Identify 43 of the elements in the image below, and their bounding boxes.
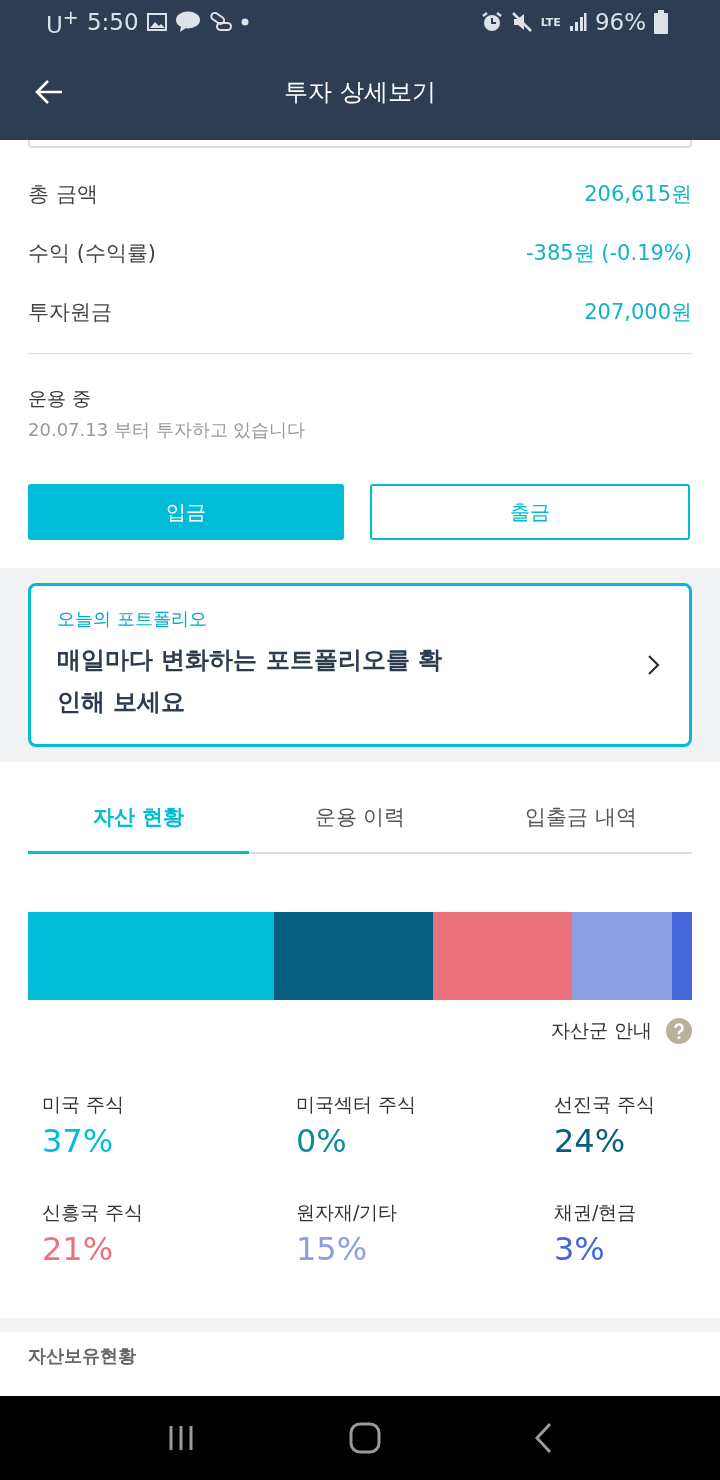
carrier-label: U$^{+}$ [46,6,79,38]
status-title: 운용 중 [28,386,93,411]
summary-label: 투자원금 [28,298,112,326]
card-headline: 매일마다 변화하는 포트폴리오를 확인해 보세요 [57,645,444,718]
summary-value: 207,000원 [584,298,692,326]
image-icon [146,13,167,31]
tab[interactable]: 입출금 내역 [470,782,692,854]
summary-label: 총 금액 [28,180,98,208]
status-subtitle: 20.07.13 부터 투자하고 있습니다 [28,418,307,442]
asset-share: 3% [554,1230,606,1268]
home-icon[interactable] [349,1422,381,1454]
network-label: LTE [540,15,561,29]
asset-name: 선진국 주식 [554,1092,657,1117]
section-title: 자산보유현황 [27,1344,137,1368]
chat-bubble-icon [174,11,201,33]
asset-share: 0% [296,1122,348,1160]
asset-share: 24% [554,1122,627,1160]
battery-icon [654,10,668,34]
summary-value: -385원 (-0.19%) [526,239,692,267]
asset-share: 15% [296,1230,369,1268]
asset-name: 채권/현금 [554,1200,638,1225]
asset-name: 미국 주식 [42,1092,126,1117]
signal-icon [568,12,587,32]
summary-label: 수익 (수익률) [28,239,157,267]
portfolio-card[interactable]: 오늘의 포트폴리오 매일마다 변화하는 포트폴리오를 확인해 보세요 [28,583,692,747]
asset-name: 원자재/기타 [296,1200,399,1225]
clock: 5:50 [86,9,139,35]
mute-icon [510,11,533,33]
asset-name: 미국섹터 주식 [296,1092,418,1117]
pill-icon [208,12,233,32]
tab[interactable]: 운용 이력 [249,782,471,854]
dot-icon [240,18,249,26]
back-icon[interactable] [533,1422,554,1454]
asset-share: 21% [42,1230,115,1268]
asset-info-link[interactable]: 자산군 안내 [550,1018,652,1044]
alarm-icon [480,11,503,33]
asset-share: 37% [42,1122,115,1160]
summary-value: 206,615원 [584,180,692,208]
battery-label: 96% [594,9,646,35]
page-title: 투자 상세보기 [284,77,436,108]
asset-name: 신흥국 주식 [42,1200,145,1225]
chevron-right-icon [647,654,661,676]
card-eyebrow: 오늘의 포트폴리오 [57,607,208,631]
